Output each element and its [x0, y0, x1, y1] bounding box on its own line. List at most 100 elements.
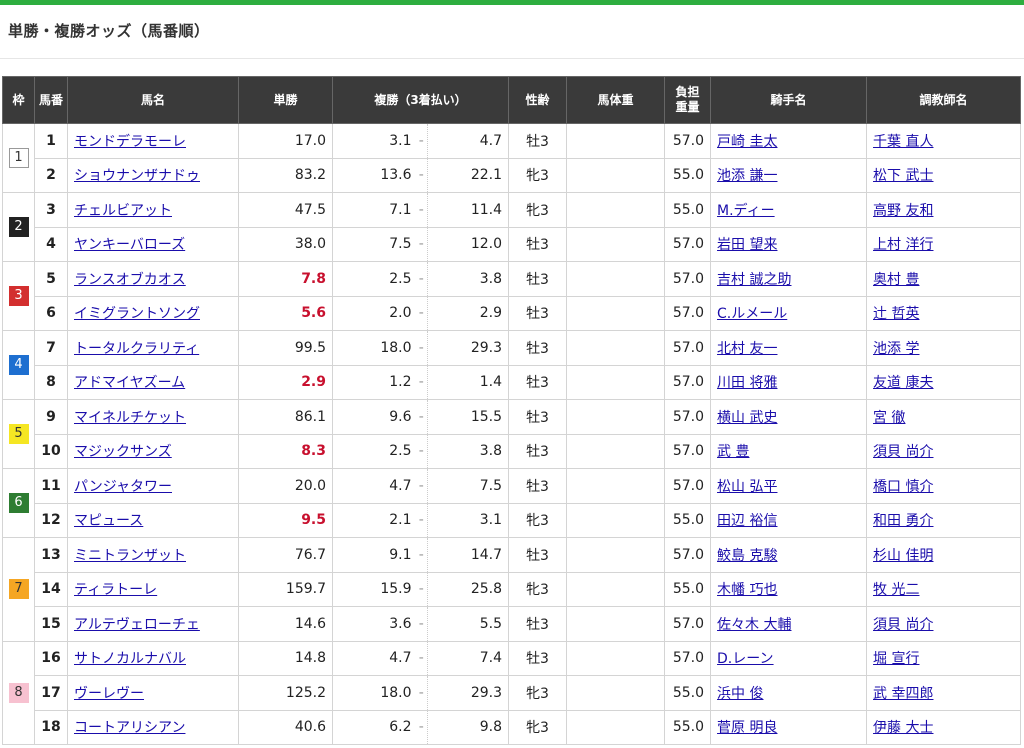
horse-name-link[interactable]: トータルクラリティ: [74, 341, 199, 357]
header-place-odds: 複勝（3着払い）: [331, 76, 510, 124]
horse-name-link[interactable]: パンジャタワー: [74, 479, 172, 495]
body-weight: [566, 502, 666, 538]
jockey-link[interactable]: 池添 謙一: [717, 168, 777, 184]
jockey-link[interactable]: 戸崎 圭太: [717, 134, 777, 150]
horse-name-link[interactable]: アルテヴェローチェ: [74, 617, 200, 633]
table-row: 8 16 サトノカルナバル 14.8 4.7-7.4 牡3 57.0 D.レーン堀 宣行: [2, 640, 1022, 745]
win-odds: 99.5: [238, 330, 333, 366]
trainer-link[interactable]: 高野 友和: [873, 203, 933, 219]
sex-age: 牡3: [508, 606, 568, 642]
horse-name-link[interactable]: サトノカルナバル: [74, 651, 186, 667]
jockey-link[interactable]: C.ルメール: [717, 306, 787, 322]
horse-name-link[interactable]: モンドデラモーレ: [74, 134, 186, 150]
horse-name-link[interactable]: チェルビアット: [74, 203, 172, 219]
jockey-link[interactable]: D.レーン: [717, 651, 774, 667]
horse-name-link[interactable]: アドマイヤズーム: [74, 375, 185, 391]
body-weight: [566, 571, 666, 607]
win-odds: 20.0: [238, 468, 333, 504]
trainer-link[interactable]: 友道 康夫: [873, 375, 933, 391]
jockey-link[interactable]: 浜中 俊: [717, 686, 763, 702]
jockey-link[interactable]: M.ディー: [717, 203, 775, 219]
horse-name-cell: マジックサンズ: [67, 433, 239, 469]
trainer-link[interactable]: 橋口 慎介: [873, 479, 933, 495]
place-odds-max: 4.7: [427, 123, 510, 159]
place-odds-max: 3.1: [427, 502, 510, 538]
horse-name-link[interactable]: コートアリシアン: [74, 720, 185, 736]
trainer-link[interactable]: 和田 勇介: [873, 513, 933, 529]
trainer-link[interactable]: 辻 哲英: [873, 306, 919, 322]
place-odds-max: 25.8: [427, 571, 510, 607]
jockey-link[interactable]: 木幡 巧也: [717, 582, 777, 598]
place-odds-max: 29.3: [427, 330, 510, 366]
trainer-link[interactable]: 須貝 尚介: [873, 444, 933, 460]
table-row: 6 11 パンジャタワー 20.0 4.7-7.5 牡3 57.0 松山 弘平 橋口 慎介: [2, 468, 1022, 538]
win-odds: 47.5: [238, 192, 333, 228]
jockey-link[interactable]: 吉村 誠之助: [717, 272, 791, 288]
win-odds: 7.8: [238, 261, 333, 297]
jockey-link[interactable]: 菅原 明良: [717, 720, 777, 736]
trainer-link[interactable]: 武 幸四郎: [873, 686, 933, 702]
jockey-link[interactable]: 鮫島 克駿: [717, 548, 777, 564]
burden-weight: 55.0: [664, 157, 712, 193]
jockey-cell: C.ルメール: [710, 295, 868, 331]
win-odds: 8.3: [238, 433, 333, 469]
place-odds-separator: -: [415, 157, 428, 193]
trainer-link[interactable]: 奥村 豊: [873, 272, 919, 288]
trainer-link[interactable]: 松下 武士: [873, 168, 933, 184]
trainer-cell: 須貝 尚介: [866, 606, 1022, 642]
horse-name-link[interactable]: ヤンキーバローズ: [74, 237, 185, 253]
table-row: 12 マピュース 9.5 2.1-3.1 牝3 55.0 田辺 裕信 和田 勇介: [3, 502, 1022, 538]
horse-name-cell: アルテヴェローチェ: [67, 606, 239, 642]
horse-name-link[interactable]: ヴーレヴー: [74, 686, 144, 702]
horse-name-cell: サトノカルナバル: [67, 640, 239, 676]
jockey-link[interactable]: 北村 友一: [717, 341, 777, 357]
place-odds-separator: -: [415, 606, 428, 642]
trainer-link[interactable]: 牧 光二: [873, 582, 919, 598]
place-odds-max: 11.4: [427, 192, 510, 228]
trainer-cell: 牧 光二: [866, 571, 1022, 607]
waku-badge: 2: [8, 217, 29, 237]
waku-cell: 6: [2, 468, 35, 538]
jockey-cell: D.レーン: [710, 640, 868, 676]
horse-number: 17: [34, 675, 68, 711]
body-weight: [566, 226, 666, 262]
jockey-link[interactable]: 横山 武史: [717, 410, 777, 426]
trainer-link[interactable]: 堀 宣行: [873, 651, 919, 667]
trainer-link[interactable]: 宮 徹: [873, 410, 905, 426]
horse-name-link[interactable]: マイネルチケット: [74, 410, 186, 426]
jockey-link[interactable]: 佐々木 大輔: [717, 617, 791, 633]
body-weight: [566, 157, 666, 193]
jockey-link[interactable]: 川田 将雅: [717, 375, 777, 391]
trainer-link[interactable]: 池添 学: [873, 341, 919, 357]
sex-age: 牝3: [508, 157, 568, 193]
horse-name-link[interactable]: イミグラントソング: [74, 306, 200, 322]
jockey-cell: 吉村 誠之助: [710, 261, 868, 297]
trainer-link[interactable]: 上村 洋行: [873, 237, 933, 253]
trainer-link[interactable]: 千葉 直人: [873, 134, 933, 150]
win-odds: 14.8: [238, 640, 333, 676]
place-odds-max: 7.4: [427, 640, 510, 676]
place-odds-min: 2.0: [332, 295, 416, 331]
place-odds-max: 15.5: [427, 399, 510, 435]
sex-age: 牝3: [508, 192, 568, 228]
horse-name-link[interactable]: マピュース: [74, 513, 143, 529]
jockey-link[interactable]: 岩田 望来: [717, 237, 777, 253]
jockey-link[interactable]: 武 豊: [717, 444, 749, 460]
trainer-link[interactable]: 須貝 尚介: [873, 617, 933, 633]
jockey-link[interactable]: 松山 弘平: [717, 479, 777, 495]
horse-number: 15: [34, 606, 68, 642]
burden-weight: 57.0: [664, 295, 712, 331]
horse-name-link[interactable]: ミニトランザット: [74, 548, 186, 564]
horse-name-cell: パンジャタワー: [67, 468, 239, 504]
horse-name-cell: ショウナンザナドゥ: [67, 157, 239, 193]
horse-name-link[interactable]: マジックサンズ: [74, 444, 172, 460]
horse-name-cell: ヴーレヴー: [67, 675, 239, 711]
jockey-link[interactable]: 田辺 裕信: [717, 513, 777, 529]
horse-name-link[interactable]: ランスオブカオス: [74, 272, 186, 288]
trainer-link[interactable]: 杉山 佳明: [873, 548, 933, 564]
horse-name-link[interactable]: ショウナンザナドゥ: [74, 168, 200, 184]
horse-name-cell: イミグラントソング: [67, 295, 239, 331]
horse-name-link[interactable]: ティラトーレ: [74, 582, 157, 598]
horse-name-cell: ランスオブカオス: [67, 261, 239, 297]
trainer-link[interactable]: 伊藤 大士: [873, 720, 933, 736]
